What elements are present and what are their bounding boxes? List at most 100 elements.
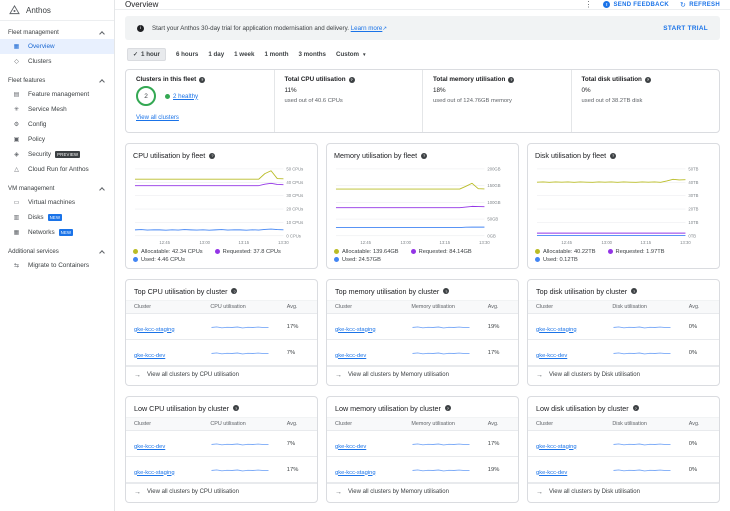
sidebar-item-feature-management[interactable]: ▤ Feature management <box>0 87 114 102</box>
cluster-link[interactable]: gke-kcc-dev <box>134 353 165 359</box>
cluster-link[interactable]: gke-kcc-dev <box>134 444 165 450</box>
send-feedback-button[interactable]: ! SEND FEEDBACK <box>603 1 669 8</box>
cluster-link[interactable]: gke-kcc-staging <box>134 470 175 476</box>
table-row: gke-kcc-dev 7% <box>126 339 317 366</box>
tab-1-month[interactable]: 1 month <box>264 51 288 58</box>
utilisation-sparkline <box>412 443 470 445</box>
trial-banner: i Start your Anthos 30-day trial for app… <box>125 16 720 40</box>
top-utilisation-row: Top CPU utilisation by cluster? Cluster … <box>125 278 720 386</box>
cluster-link[interactable]: gke-kcc-staging <box>335 327 376 333</box>
learn-more-link[interactable]: Learn more <box>351 25 383 32</box>
legend-label: Allocatable: 139.64GB <box>342 248 399 255</box>
view-all-by-cpu-link[interactable]: → View all clusters by CPU utilisation <box>126 365 317 385</box>
stat-subtext: used out of 40.6 CPUs <box>284 98 343 104</box>
svg-text:13:30: 13:30 <box>479 240 490 245</box>
help-icon[interactable]: ? <box>444 405 451 412</box>
sidebar-item-label: Virtual machines <box>28 199 76 206</box>
stat-value: 11% <box>284 87 297 94</box>
cluster-link[interactable]: gke-kcc-dev <box>335 444 366 450</box>
avg-value: 17% <box>479 339 518 366</box>
svg-text:150GB: 150GB <box>487 183 500 188</box>
avg-value: 0% <box>680 456 719 483</box>
tab-1-week[interactable]: 1 week <box>234 51 254 58</box>
svg-text:0 CPUs: 0 CPUs <box>286 233 301 238</box>
sidebar-item-label: Security <box>28 151 52 158</box>
sidebar-item-networks[interactable]: ▦ Networks NEW <box>0 225 114 240</box>
policy-icon: ▣ <box>13 137 20 143</box>
utilisation-sparkline <box>613 443 671 445</box>
svg-text:0GB: 0GB <box>487 233 496 238</box>
cluster-table: Cluster CPU utilisation Avg. gke-kcc-dev… <box>126 416 317 483</box>
stat-clusters: Clusters in this fleet ? 2 2 healthy Vie… <box>126 70 274 132</box>
help-icon[interactable]: ? <box>233 405 240 412</box>
sidebar-item-cloud-run-for-anthos[interactable]: △ Cloud Run for Anthos <box>0 162 114 177</box>
col-header-metric: CPU utilisation <box>202 416 279 431</box>
table-title: Low CPU utilisation by cluster <box>134 403 230 413</box>
legend-label: Used: 0.12TB <box>543 256 578 263</box>
allocatable-legend-dot <box>133 249 138 255</box>
col-header-avg: Avg. <box>479 299 518 314</box>
cluster-link[interactable]: gke-kcc-staging <box>134 327 175 333</box>
cluster-link[interactable]: gke-kcc-staging <box>536 444 577 450</box>
sidebar-item-policy[interactable]: ▣ Policy <box>0 132 114 147</box>
healthy-clusters-link[interactable]: 2 healthy <box>173 93 198 100</box>
avg-value: 0% <box>680 339 719 366</box>
tab-1-hour[interactable]: ✓ 1 hour <box>127 48 166 61</box>
view-all-by-memory-link[interactable]: → View all clusters by Memory utilisatio… <box>327 365 518 385</box>
help-icon[interactable]: ? <box>209 152 216 159</box>
section-additional-services[interactable]: Additional services <box>0 240 114 258</box>
sidebar-item-disks[interactable]: ▥ Disks NEW <box>0 210 114 225</box>
cluster-link[interactable]: gke-kcc-dev <box>335 353 366 359</box>
cluster-link[interactable]: gke-kcc-dev <box>536 353 567 359</box>
cluster-link[interactable]: gke-kcc-dev <box>536 470 567 476</box>
svg-text:13:00: 13:00 <box>199 240 210 245</box>
utilisation-sparkline <box>211 352 269 354</box>
sidebar-item-config[interactable]: ⚙ Config <box>0 117 114 132</box>
sidebar-item-virtual-machines[interactable]: ▭ Virtual machines <box>0 195 114 210</box>
sidebar-item-service-mesh[interactable]: ✳ Service Mesh <box>0 102 114 117</box>
legend-label: Used: 24.57GB <box>342 256 381 263</box>
view-all-by-cpu-link[interactable]: → View all clusters by CPU utilisation <box>126 482 317 502</box>
sidebar-item-security[interactable]: ◈ Security PREVIEW <box>0 147 114 162</box>
cluster-link[interactable]: gke-kcc-staging <box>335 470 376 476</box>
start-trial-button[interactable]: START TRIAL <box>663 25 708 32</box>
more-options-icon[interactable]: ⋮ <box>584 0 592 9</box>
help-icon[interactable]: ? <box>231 288 238 295</box>
cluster-link[interactable]: gke-kcc-staging <box>536 327 577 333</box>
avg-value: 19% <box>479 313 518 340</box>
view-all-by-disk-link[interactable]: → View all clusters by Disk utilisation <box>528 365 719 385</box>
view-all-clusters-link[interactable]: View all clusters <box>136 115 179 121</box>
help-icon[interactable]: ? <box>644 76 651 83</box>
tab-6-hours[interactable]: 6 hours <box>176 51 198 58</box>
help-icon[interactable]: ? <box>443 288 450 295</box>
svg-text:13:30: 13:30 <box>680 240 691 245</box>
stat-subtext: used out of 38.2TB disk <box>581 98 643 104</box>
sidebar-item-overview[interactable]: ▦ Overview <box>0 39 114 54</box>
section-fleet-management[interactable]: Fleet management <box>0 21 114 39</box>
help-icon[interactable]: ? <box>199 76 206 83</box>
tab-custom[interactable]: Custom ▼ <box>336 51 367 58</box>
table-row: gke-kcc-staging 0% <box>528 430 719 457</box>
help-icon[interactable]: ? <box>508 76 515 83</box>
help-icon[interactable]: ? <box>632 405 639 412</box>
sidebar-item-label: Migrate to Containers <box>28 262 90 269</box>
help-icon[interactable]: ? <box>610 152 617 159</box>
sidebar-item-migrate-to-containers[interactable]: ⇆ Migrate to Containers <box>0 258 114 273</box>
help-icon[interactable]: ? <box>631 288 638 295</box>
tab-1-day[interactable]: 1 day <box>208 51 224 58</box>
footer-label: View all clusters by Memory utilisation <box>348 489 449 496</box>
view-all-by-memory-link[interactable]: → View all clusters by Memory utilisatio… <box>327 482 518 502</box>
section-vm-management[interactable]: VM management <box>0 177 114 195</box>
refresh-label: REFRESH <box>689 1 720 8</box>
help-icon[interactable]: ? <box>348 76 355 83</box>
utilisation-sparkline <box>211 469 269 471</box>
section-fleet-features[interactable]: Fleet features <box>0 69 114 87</box>
banner-message: Start your Anthos 30-day trial for appli… <box>152 24 349 32</box>
tab-3-months[interactable]: 3 months <box>299 51 327 58</box>
view-all-by-disk-link[interactable]: → View all clusters by Disk utilisation <box>528 482 719 502</box>
footer-label: View all clusters by Disk utilisation <box>549 372 640 379</box>
help-icon[interactable]: ? <box>421 152 428 159</box>
sidebar-item-clusters[interactable]: ◇ Clusters <box>0 54 114 69</box>
healthy-status-icon <box>165 93 170 99</box>
refresh-button[interactable]: ↻ REFRESH <box>680 1 720 9</box>
